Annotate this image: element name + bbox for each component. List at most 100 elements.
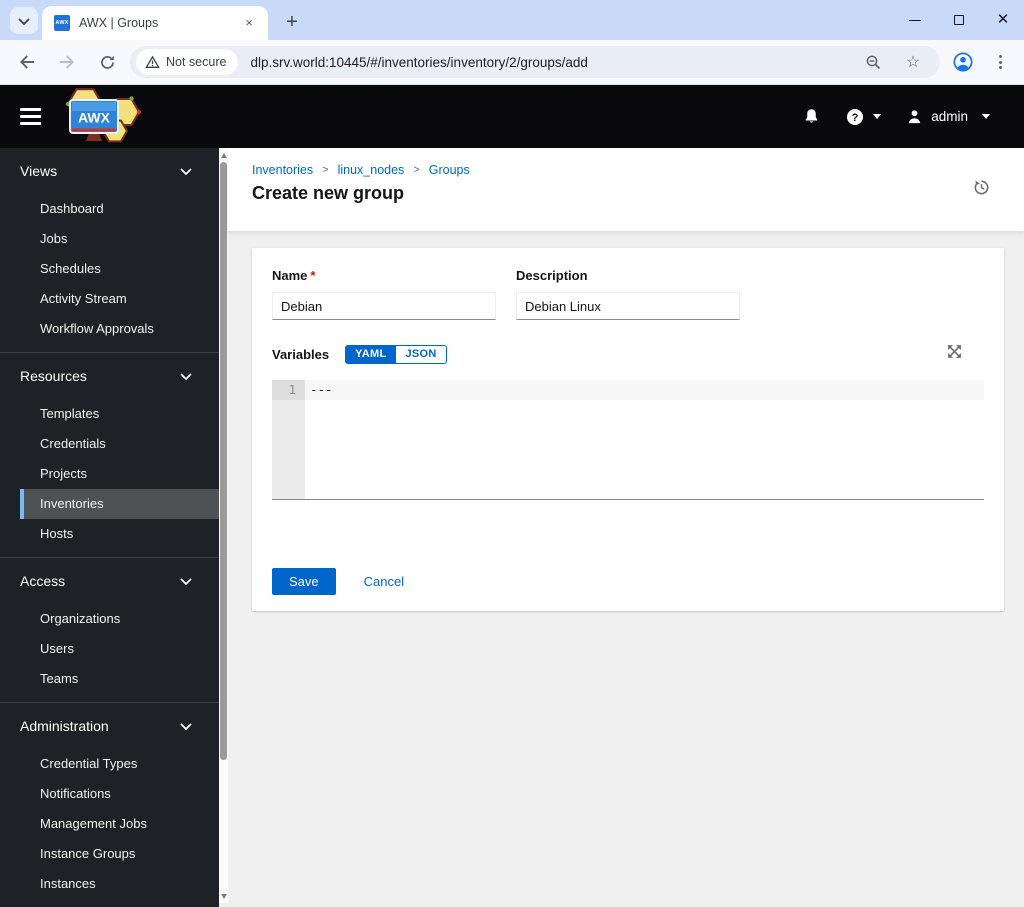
nav-group-access[interactable]: Access	[0, 566, 219, 596]
variables-editor[interactable]: 1 ---	[272, 380, 984, 500]
variables-format-toggle: YAML JSON	[345, 344, 447, 364]
reload-button[interactable]	[94, 49, 120, 75]
save-button[interactable]: Save	[272, 568, 336, 595]
sidebar-item-workflow-approvals[interactable]: Workflow Approvals	[0, 314, 219, 344]
description-field[interactable]	[516, 292, 740, 320]
url-text[interactable]: dlp.srv.world:10445/#/inventories/invent…	[250, 55, 860, 70]
nav-section-access: Access Organizations Users Teams	[0, 557, 219, 702]
sidebar-item-management-jobs[interactable]: Management Jobs	[0, 809, 219, 839]
sidebar-nav: Views Dashboard Jobs Schedules Activity …	[0, 148, 219, 907]
forward-button[interactable]	[54, 49, 80, 75]
nav-group-views[interactable]: Views	[0, 156, 219, 186]
hamburger-menu-icon[interactable]	[20, 108, 41, 125]
notifications-button[interactable]	[803, 108, 820, 125]
cancel-button[interactable]: Cancel	[364, 574, 404, 589]
sidebar-item-instances[interactable]: Instances	[0, 869, 219, 899]
description-label: Description	[516, 268, 588, 283]
sidebar-item-dashboard[interactable]: Dashboard	[0, 194, 219, 224]
back-button[interactable]	[14, 49, 40, 75]
browser-tab[interactable]: AWX AWX | Groups ×	[42, 6, 268, 40]
nav-section-resources: Resources Templates Credentials Projects…	[0, 352, 219, 557]
breadcrumb: Inventories > linux_nodes > Groups	[252, 163, 1024, 177]
chevron-down-icon	[18, 12, 30, 30]
nav-group-resources[interactable]: Resources	[0, 361, 219, 391]
code-line: ---	[305, 380, 984, 400]
create-group-form: Name* Description Variables YAML JSON	[252, 248, 1004, 611]
sidebar-item-inventories[interactable]: Inventories	[20, 489, 219, 519]
sidebar-item-credentials[interactable]: Credentials	[0, 429, 219, 459]
main-content: Inventories > linux_nodes > Groups Creat…	[228, 148, 1024, 907]
sidebar-scrollbar[interactable]	[219, 148, 228, 903]
user-menu-button[interactable]: admin	[907, 109, 990, 124]
line-number: 1	[272, 380, 305, 400]
sidebar-item-instance-groups[interactable]: Instance Groups	[0, 839, 219, 869]
address-bar[interactable]: Not secure dlp.srv.world:10445/#/invento…	[130, 46, 940, 78]
chevron-down-icon	[180, 717, 192, 735]
maximize-icon	[954, 15, 964, 25]
user-name-label: admin	[931, 109, 968, 124]
sidebar-item-hosts[interactable]: Hosts	[0, 519, 219, 549]
zoom-icon[interactable]	[860, 49, 886, 75]
browser-titlebar: AWX AWX | Groups × + ✕	[0, 0, 1024, 40]
tab-search-button[interactable]	[10, 7, 38, 34]
awx-logo[interactable]: AWX	[55, 85, 143, 148]
editor-gutter: 1	[272, 380, 305, 499]
json-toggle-button[interactable]: JSON	[396, 344, 447, 364]
tab-title: AWX | Groups	[79, 16, 159, 30]
scrollbar-thumb[interactable]	[220, 162, 227, 760]
editor-code-area[interactable]: ---	[305, 380, 984, 499]
variables-label: Variables	[272, 346, 330, 362]
help-menu-button[interactable]: ?	[846, 108, 882, 126]
chevron-down-icon	[180, 572, 192, 590]
breadcrumb-separator: >	[322, 164, 329, 176]
window-controls: ✕	[908, 0, 1010, 40]
sidebar-item-projects[interactable]: Projects	[0, 459, 219, 489]
scroll-down-icon[interactable]	[219, 891, 228, 901]
maximize-button[interactable]	[952, 13, 966, 27]
close-icon: ✕	[996, 11, 1010, 28]
breadcrumb-linux-nodes[interactable]: linux_nodes	[338, 163, 405, 177]
sidebar-item-schedules[interactable]: Schedules	[0, 254, 219, 284]
scroll-up-icon[interactable]	[219, 150, 228, 160]
yaml-toggle-button[interactable]: YAML	[345, 344, 397, 364]
nav-group-administration[interactable]: Administration	[0, 711, 219, 741]
chevron-down-icon	[180, 162, 192, 180]
help-icon: ?	[846, 108, 864, 126]
nav-group-label: Resources	[20, 368, 87, 384]
name-field[interactable]	[272, 292, 496, 320]
sidebar-item-organizations[interactable]: Organizations	[0, 604, 219, 634]
sidebar-item-jobs[interactable]: Jobs	[0, 224, 219, 254]
sidebar-item-credential-types[interactable]: Credential Types	[0, 749, 219, 779]
bookmark-star-icon[interactable]: ☆	[900, 49, 926, 75]
expand-icon[interactable]	[947, 344, 962, 364]
sidebar-item-templates[interactable]: Templates	[0, 399, 219, 429]
nav-section-administration: Administration Credential Types Notifica…	[0, 702, 219, 907]
awx-logo-text: AWX	[78, 110, 111, 126]
caret-down-icon	[982, 114, 990, 119]
new-tab-button[interactable]: +	[278, 8, 306, 36]
tab-close-icon[interactable]: ×	[240, 14, 258, 32]
browser-toolbar: Not secure dlp.srv.world:10445/#/invento…	[0, 40, 1024, 85]
sidebar-item-notifications[interactable]: Notifications	[0, 779, 219, 809]
sidebar-item-users[interactable]: Users	[0, 634, 219, 664]
page-header: Inventories > linux_nodes > Groups Creat…	[228, 148, 1024, 231]
sidebar-item-teams[interactable]: Teams	[0, 664, 219, 694]
chevron-down-icon	[180, 367, 192, 385]
page-title: Create new group	[252, 183, 405, 203]
awx-favicon: AWX	[54, 15, 70, 31]
breadcrumb-groups[interactable]: Groups	[429, 163, 470, 177]
warning-icon	[145, 55, 160, 69]
profile-icon[interactable]	[950, 49, 976, 75]
user-icon	[907, 109, 922, 124]
svg-text:?: ?	[852, 112, 859, 124]
browser-window: AWX AWX | Groups × + ✕ Not secure dlp.sr…	[0, 0, 1024, 907]
minimize-button[interactable]	[908, 13, 922, 27]
awx-header: AWX ? admin	[0, 85, 1024, 148]
browser-menu-icon[interactable]	[988, 55, 1012, 69]
breadcrumb-inventories[interactable]: Inventories	[252, 163, 313, 177]
breadcrumb-separator: >	[413, 164, 420, 176]
close-button[interactable]: ✕	[996, 11, 1010, 28]
security-chip[interactable]: Not secure	[136, 49, 239, 75]
sidebar-item-activity-stream[interactable]: Activity Stream	[0, 284, 219, 314]
activity-history-icon[interactable]	[973, 179, 990, 201]
